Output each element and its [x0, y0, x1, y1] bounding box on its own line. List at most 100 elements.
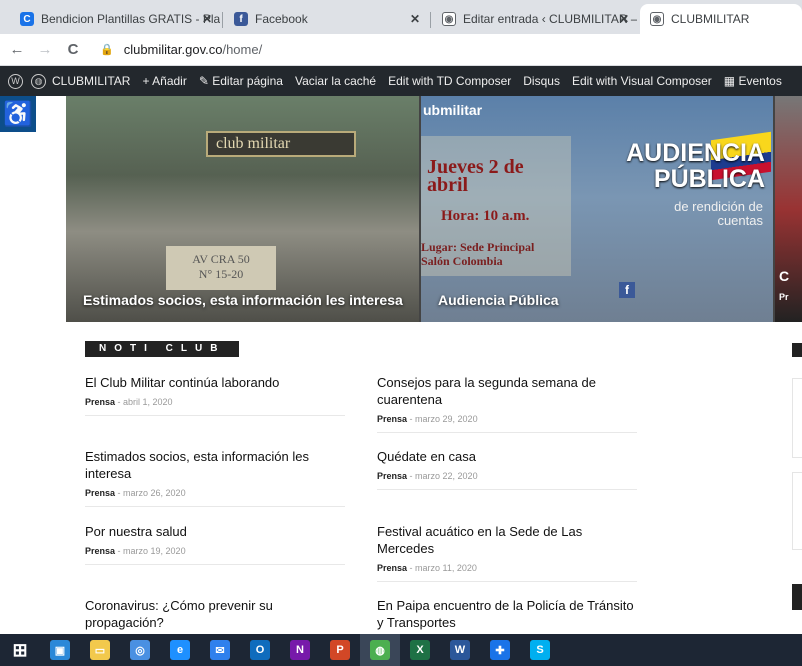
post-title[interactable]: Quédate en casa: [377, 448, 637, 465]
post-title[interactable]: El Club Militar continúa laborando: [85, 374, 345, 391]
list-item[interactable]: En Paipa encuentro de la Policía de Trán…: [377, 597, 637, 631]
post-title[interactable]: En Paipa encuentro de la Policía de Trán…: [377, 597, 637, 631]
post-date: marzo 29, 2020: [415, 414, 478, 424]
section-badge: NOTI CLUB: [85, 341, 239, 357]
post-date: marzo 26, 2020: [123, 488, 186, 498]
slide-meta: Pr: [779, 292, 789, 302]
wordpress-icon[interactable]: W: [8, 73, 23, 89]
slide-caption[interactable]: Estimados socios, esta información les i…: [83, 292, 403, 308]
post-date: abril 1, 2020: [123, 397, 173, 407]
post-author[interactable]: Prensa: [85, 546, 115, 556]
close-icon[interactable]: ✕: [410, 12, 420, 26]
post-author[interactable]: Prensa: [377, 471, 407, 481]
sidebar-badge: [792, 343, 802, 357]
site-favicon-icon: ◉: [442, 12, 456, 26]
url-field[interactable]: 🔒 clubmilitar.gov.co/home/: [100, 42, 262, 57]
facebook-icon: f: [619, 282, 635, 298]
featured-slider: club militar AV CRA 50 N° 15-20 Estimado…: [66, 96, 802, 322]
internet-explorer-icon: e: [170, 640, 190, 660]
url-host: clubmilitar.gov.co: [123, 42, 223, 57]
accessibility-icon[interactable]: ♿: [0, 96, 36, 132]
post-title[interactable]: Coronavirus: ¿Cómo prevenir su propagaci…: [85, 597, 345, 631]
slide-club-entrance[interactable]: club militar AV CRA 50 N° 15-20 Estimado…: [66, 96, 419, 322]
post-date: marzo 11, 2020: [415, 563, 477, 573]
forward-icon[interactable]: →: [34, 41, 56, 58]
wp-add-new[interactable]: + Añadir: [136, 74, 192, 88]
list-item[interactable]: Estimados socios, esta información les i…: [85, 448, 345, 507]
taskbar-item[interactable]: ✚: [480, 634, 520, 666]
onenote-icon: N: [290, 640, 310, 660]
tab-bendicion[interactable]: C Bendicion Plantillas GRATIS - Pla ✕: [10, 4, 220, 34]
poster-place: Lugar: Sede Principal Salón Colombia: [421, 240, 535, 268]
taskbar-item[interactable]: X: [400, 634, 440, 666]
post-title[interactable]: Estimados socios, esta información les i…: [85, 448, 345, 482]
powerpoint-icon: P: [330, 640, 350, 660]
chrome-favicon-icon: C: [20, 12, 34, 26]
wp-site-name[interactable]: CLUBMILITAR: [52, 74, 136, 88]
post-author[interactable]: Prensa: [377, 563, 407, 573]
slide-caption[interactable]: Audiencia Pública: [438, 292, 559, 308]
poster-title: AUDIENCIA PÚBLICA: [626, 139, 765, 193]
address-bar-row: ← → C 🔒 clubmilitar.gov.co/home/: [0, 34, 802, 66]
list-item[interactable]: Coronavirus: ¿Cómo prevenir su propagaci…: [85, 597, 345, 631]
taskbar-item[interactable]: P: [320, 634, 360, 666]
slide-audiencia[interactable]: ubmilitar Jueves 2 de abril Hora: 10 a.m…: [421, 96, 773, 322]
back-icon[interactable]: ←: [6, 41, 28, 58]
close-icon[interactable]: ✕: [202, 12, 212, 26]
post-author[interactable]: Prensa: [85, 488, 115, 498]
taskbar-item[interactable]: e: [160, 634, 200, 666]
windows-taskbar: ⊞ ▣ ▭ ◎ e ✉ O N P ◍ X W ✚ S: [0, 634, 802, 666]
taskbar-item[interactable]: ▣: [40, 634, 80, 666]
tab-facebook[interactable]: f Facebook ✕: [224, 4, 428, 34]
taskbar-item[interactable]: N: [280, 634, 320, 666]
taskbar-item[interactable]: S: [520, 634, 560, 666]
tab-title: CLUBMILITAR: [671, 12, 750, 26]
sidebar-widget: [792, 472, 802, 550]
tab-editar-entrada[interactable]: ◉ Editar entrada ‹ CLUBMILITAR — ✕: [432, 4, 637, 34]
post-title[interactable]: Por nuestra salud: [85, 523, 345, 540]
post-title[interactable]: Consejos para la segunda semana de cuare…: [377, 374, 637, 408]
divider: [377, 489, 637, 490]
wp-visual-composer[interactable]: Edit with Visual Composer: [566, 74, 718, 88]
slide-caption[interactable]: C: [779, 268, 789, 284]
club-sign: club militar: [206, 131, 356, 157]
skype-icon: S: [530, 640, 550, 660]
divider: [85, 415, 345, 416]
post-author[interactable]: Prensa: [85, 397, 115, 407]
post-title[interactable]: Festival acuático en la Sede de Las Merc…: [377, 523, 637, 557]
taskbar-item[interactable]: O: [240, 634, 280, 666]
list-item[interactable]: Quédate en casa Prensa - marzo 22, 2020: [377, 448, 637, 490]
reload-icon[interactable]: C: [62, 41, 84, 58]
taskbar-item[interactable]: ▭: [80, 634, 120, 666]
wp-clear-cache[interactable]: Vaciar la caché: [289, 74, 382, 88]
taskbar-item[interactable]: ⊞: [0, 634, 40, 666]
list-item[interactable]: Festival acuático en la Sede de Las Merc…: [377, 523, 637, 582]
divider: [85, 564, 345, 565]
mail-icon: ✉: [210, 640, 230, 660]
tab-title: Editar entrada ‹ CLUBMILITAR —: [463, 12, 637, 26]
wp-events[interactable]: ▦ Eventos: [718, 74, 788, 88]
list-item[interactable]: Por nuestra salud Prensa - marzo 19, 202…: [85, 523, 345, 565]
wp-edit-page[interactable]: ✎ Editar página: [193, 74, 289, 88]
chrome-icon: ◍: [370, 640, 390, 660]
defender-icon: ✚: [490, 640, 510, 660]
divider: [377, 432, 637, 433]
list-item[interactable]: El Club Militar continúa laborando Prens…: [85, 374, 345, 416]
store-icon: ▣: [50, 640, 70, 660]
wp-td-composer[interactable]: Edit with TD Composer: [382, 74, 517, 88]
list-item[interactable]: Consejos para la segunda semana de cuare…: [377, 374, 637, 433]
taskbar-item[interactable]: ✉: [200, 634, 240, 666]
taskbar-item[interactable]: ◍: [360, 634, 400, 666]
close-icon[interactable]: ✕: [619, 12, 629, 26]
browser-tab-bar: C Bendicion Plantillas GRATIS - Pla ✕ f …: [0, 0, 802, 34]
post-meta: Prensa - marzo 29, 2020: [377, 414, 478, 424]
outlook-icon: O: [250, 640, 270, 660]
slide-partial[interactable]: C Pr: [775, 96, 802, 322]
taskbar-item[interactable]: ◎: [120, 634, 160, 666]
tab-clubmilitar[interactable]: ◉ CLUBMILITAR: [640, 4, 802, 34]
post-author[interactable]: Prensa: [377, 414, 407, 424]
taskbar-item[interactable]: W: [440, 634, 480, 666]
poster-date: Jueves 2 de abril: [427, 156, 524, 196]
wp-disqus[interactable]: Disqus: [517, 74, 566, 88]
poster-time: Hora: 10 a.m.: [441, 208, 530, 224]
